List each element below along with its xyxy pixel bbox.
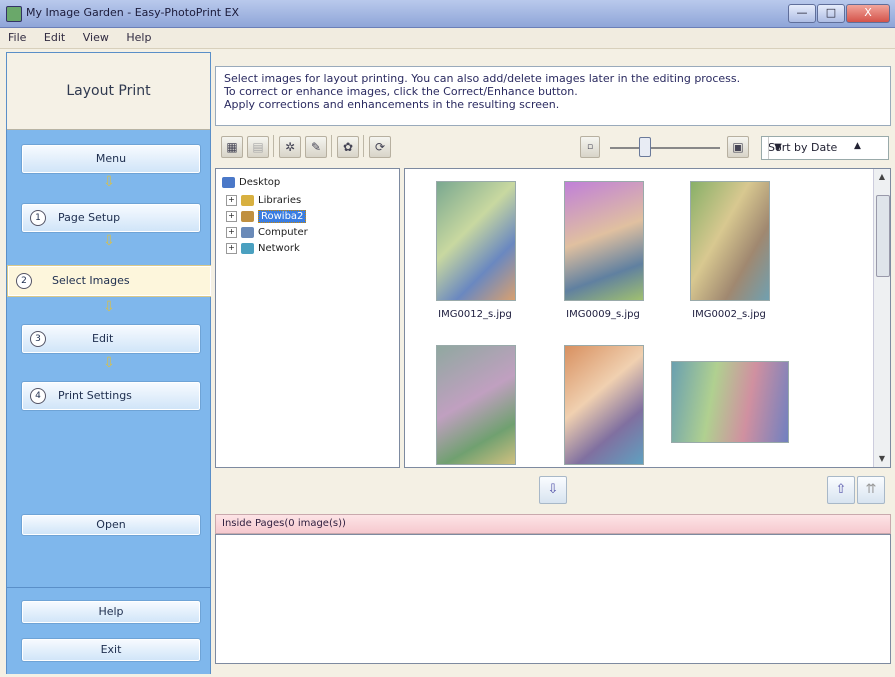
scroll-down-icon[interactable]: ▼ (874, 451, 890, 467)
tree-item-user[interactable]: + Rowiba2 (226, 209, 307, 225)
zoom-in-icon[interactable]: ▣ (727, 136, 749, 158)
menu-help[interactable]: Help (126, 28, 151, 48)
tree-item-network[interactable]: + Network (226, 241, 300, 257)
expand-icon[interactable]: + (226, 242, 237, 254)
edit-step-button[interactable]: 3 Edit (21, 324, 201, 354)
computer-icon (241, 226, 254, 238)
large-thumbnail-icon[interactable]: ▦ (221, 136, 243, 158)
thumbnail-caption: IMG0009_s.jpg (566, 309, 640, 320)
step-number-icon: 3 (30, 331, 46, 347)
open-button[interactable]: Open (21, 514, 201, 536)
minimize-button[interactable]: — (788, 4, 816, 23)
step-number-icon: 1 (30, 210, 46, 226)
sort-direction-icon[interactable]: ▲ (854, 141, 861, 151)
toolbar-separator (363, 135, 364, 157)
network-icon (241, 242, 254, 254)
menu-bar: File Edit View Help (0, 28, 895, 49)
thumbnail-image[interactable] (564, 181, 644, 301)
inside-pages-header: Inside Pages(0 image(s)) (215, 514, 891, 534)
tree-item-computer[interactable]: + Computer (226, 225, 308, 241)
thumbnail-caption: IMG0002_s.jpg (692, 309, 766, 320)
scrollbar-thumb[interactable] (876, 195, 890, 277)
folder-tree[interactable]: Desktop + Libraries + Rowiba2 + Computer + N… (215, 168, 400, 468)
menu-view[interactable]: View (83, 28, 109, 48)
step-label: Page Setup (58, 211, 121, 224)
thumbnail-image[interactable] (436, 181, 516, 301)
step-label: Select Images (52, 274, 130, 287)
remove-all-button[interactable]: ⇈ (857, 476, 885, 504)
desktop-icon (222, 176, 235, 188)
edit-image-icon[interactable]: ✿ (337, 136, 359, 158)
window-title: My Image Garden - Easy-PhotoPrint EX (26, 6, 240, 19)
thumbnail-size-slider[interactable] (610, 147, 720, 149)
slider-thumb[interactable] (639, 137, 651, 157)
step-number-icon: 2 (16, 273, 32, 289)
scroll-up-icon[interactable]: ▲ (874, 169, 890, 185)
down-arrow-icon: ⇩ (103, 233, 115, 249)
step-label: Print Settings (58, 389, 132, 402)
sidebar-bottom: Help Exit (7, 587, 210, 674)
refresh-icon[interactable]: ⟳ (369, 136, 391, 158)
print-settings-step-button[interactable]: 4 Print Settings (21, 381, 201, 411)
step-number-icon: 4 (30, 388, 46, 404)
step-label: Edit (92, 332, 114, 345)
down-arrow-icon: ⇩ (103, 355, 115, 371)
thumbnail-image[interactable] (690, 181, 770, 301)
image-toolbar: ▦ ▤ ✲ ✎ ✿ ⟳ ▫ ▣ Sort by Date ▲ ▼ (215, 130, 889, 164)
down-arrow-icon: ⇩ (103, 299, 115, 315)
expand-icon[interactable]: + (226, 210, 237, 222)
thumbnail-image[interactable] (671, 361, 789, 443)
correct-enhance-icon[interactable]: ✎ (305, 136, 327, 158)
vertical-scrollbar[interactable]: ▲ ▼ (873, 169, 890, 467)
user-folder-icon (241, 210, 254, 222)
rotate-icon[interactable]: ✲ (279, 136, 301, 158)
toolbar-separator (273, 135, 274, 157)
sort-select[interactable]: Sort by Date ▲ ▼ (761, 136, 889, 160)
page-setup-step-button[interactable]: 1 Page Setup (21, 203, 201, 233)
folder-icon (241, 194, 254, 206)
title-bar: My Image Garden - Easy-PhotoPrint EX — □… (0, 0, 895, 28)
inside-pages-label: Inside Pages(0 image(s)) (222, 518, 346, 529)
sidebar: Layout Print Menu ⇩ 1 Page Setup ⇩ 2 Sel… (6, 52, 211, 674)
add-image-button[interactable]: ⇩ (539, 476, 567, 504)
menu-edit[interactable]: Edit (44, 28, 65, 48)
chevron-down-icon[interactable]: ▼ (768, 137, 787, 159)
inside-pages-list[interactable] (215, 534, 891, 664)
menu-step-button[interactable]: Menu (21, 144, 201, 174)
sidebar-header: Layout Print (7, 53, 210, 130)
toolbar-separator (331, 135, 332, 157)
help-button[interactable]: Help (21, 600, 201, 624)
app-icon (6, 6, 22, 22)
thumbnail-area: IMG0012_s.jpg IMG0009_s.jpg IMG0002_s.jp… (404, 168, 891, 468)
select-images-step-button[interactable]: 2 Select Images (7, 265, 211, 297)
instructions-panel: Select images for layout printing. You c… (215, 66, 891, 126)
selection-bar: ⇩ ⇧ ⇈ (215, 468, 889, 512)
tree-item-libraries[interactable]: + Libraries (226, 193, 301, 209)
thumbnail-caption: IMG0012_s.jpg (438, 309, 512, 320)
instruction-line: Apply corrections and enhancements in th… (224, 98, 560, 111)
small-thumbnail-icon[interactable]: ▤ (247, 136, 269, 158)
expand-icon[interactable]: + (226, 194, 237, 206)
tree-item-desktop[interactable]: Desktop (222, 175, 280, 191)
exit-button[interactable]: Exit (21, 638, 201, 662)
instruction-line: Select images for layout printing. You c… (224, 72, 741, 85)
maximize-button[interactable]: □ (817, 4, 845, 23)
thumbnail-image[interactable] (564, 345, 644, 465)
close-button[interactable]: X (846, 4, 890, 23)
zoom-out-icon[interactable]: ▫ (580, 136, 600, 158)
instruction-line: To correct or enhance images, click the … (224, 85, 578, 98)
remove-image-button[interactable]: ⇧ (827, 476, 855, 504)
menu-file[interactable]: File (8, 28, 26, 48)
thumbnail-image[interactable] (436, 345, 516, 465)
down-arrow-icon: ⇩ (103, 174, 115, 190)
expand-icon[interactable]: + (226, 226, 237, 238)
